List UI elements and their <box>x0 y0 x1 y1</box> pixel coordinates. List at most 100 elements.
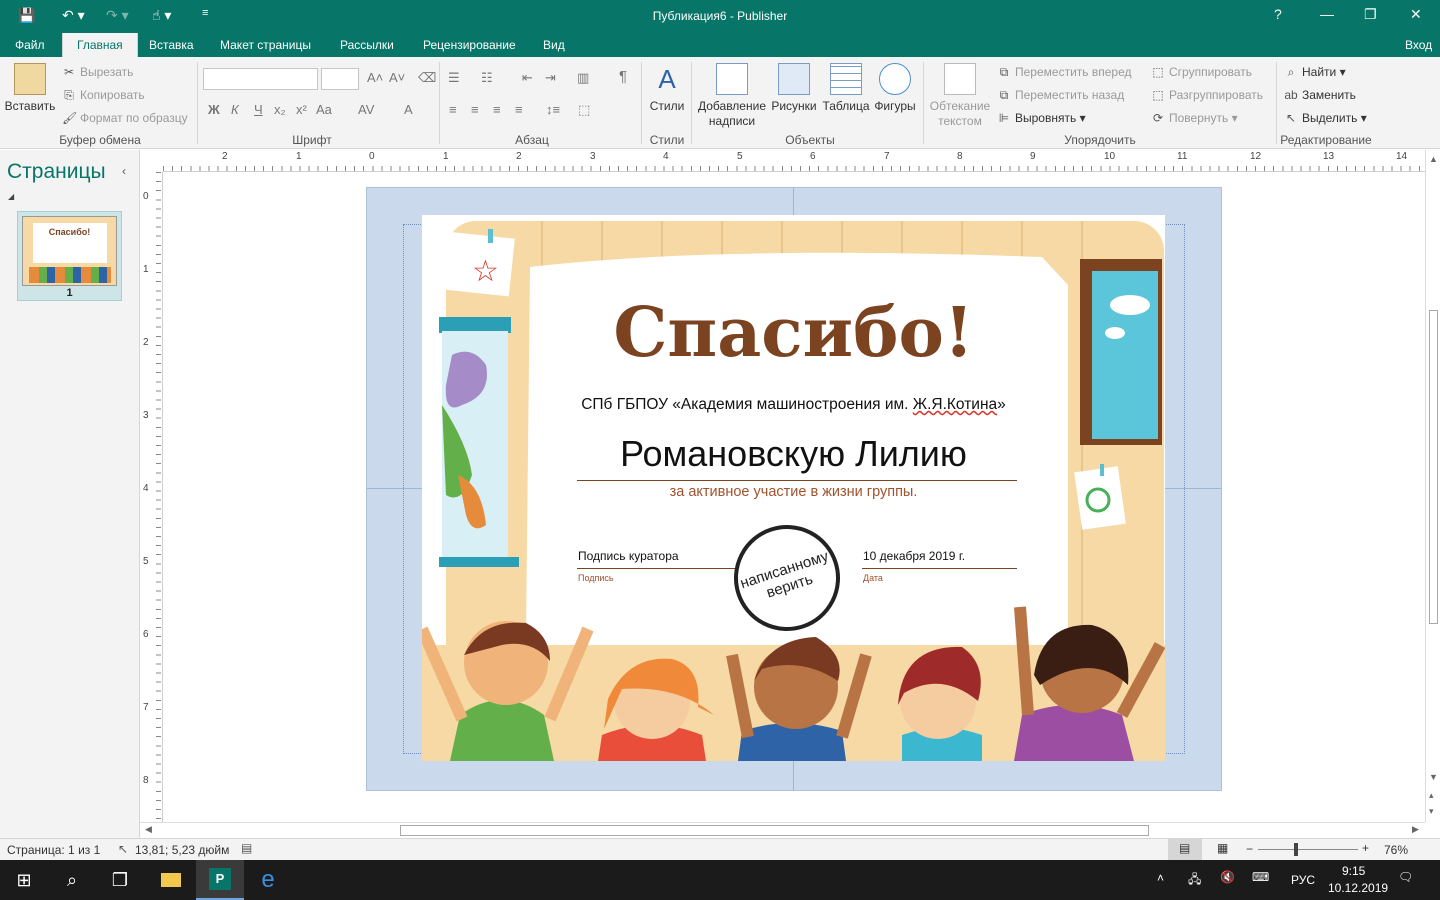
signature-value[interactable]: Подпись куратора <box>578 549 679 563</box>
pictures-button[interactable]: Рисунки <box>770 63 818 114</box>
clock-date[interactable]: 10.12.2019 <box>1328 881 1388 895</box>
tray-expand-icon[interactable]: ˄ <box>1157 871 1164 885</box>
justify-icon[interactable]: ≡ <box>515 102 523 117</box>
start-button[interactable]: ⊞ <box>0 860 48 900</box>
bring-forward-button[interactable]: ⧉ Переместить вперед <box>997 65 1132 80</box>
bold-button[interactable]: Ж <box>208 102 220 117</box>
select-button[interactable]: ↖ Выделить ▾ <box>1284 111 1367 125</box>
certificate-title[interactable]: Спасибо! <box>422 293 1165 373</box>
network-icon[interactable]: 🖧 <box>1188 870 1201 891</box>
horizontal-ruler[interactable]: 2 1 0 1 2 3 4 5 6 7 8 9 10 11 12 13 14 <box>163 150 1425 172</box>
table-button[interactable]: Таблица <box>821 63 871 114</box>
send-backward-button[interactable]: ⧉ Переместить назад <box>997 88 1125 103</box>
single-page-view-button[interactable]: ▤ <box>1168 839 1202 860</box>
publisher-taskbar-button[interactable]: P <box>196 860 244 900</box>
rotate-button[interactable]: ⟳ Повернуть ▾ <box>1151 111 1238 125</box>
font-size-combo[interactable] <box>321 68 359 90</box>
recipient-name[interactable]: Романовскую Лилию <box>422 433 1165 475</box>
publication-page[interactable]: ☆ Спасибо! СПб ГБПОУ «Академия машиностр… <box>422 215 1165 761</box>
scroll-up-icon[interactable]: ▲ <box>1429 154 1438 164</box>
sign-in-link[interactable]: Вход <box>1405 38 1432 52</box>
decrease-indent-icon[interactable]: ⇤ <box>522 70 533 86</box>
align-left-icon[interactable]: ≡ <box>449 102 457 117</box>
grow-font-icon[interactable]: A˄ <box>367 70 383 85</box>
pilcrow-button[interactable]: ¶ <box>619 68 627 85</box>
horizontal-scroll-thumb[interactable] <box>400 825 1149 836</box>
align-right-icon[interactable]: ≡ <box>493 102 501 117</box>
zoom-in-button[interactable]: + <box>1362 841 1369 855</box>
group-button[interactable]: ⬚ Сгруппировать <box>1151 65 1252 79</box>
font-color-button[interactable]: A <box>404 102 413 117</box>
minimize-button[interactable]: — <box>1320 6 1334 22</box>
paste-button[interactable]: Вставить <box>4 63 56 114</box>
font-name-combo[interactable] <box>203 68 318 90</box>
styles-button[interactable]: A Стили <box>646 63 688 114</box>
draw-text-box-button[interactable]: Добавление надписи <box>696 63 768 129</box>
numbering-icon[interactable]: ☷ <box>481 70 493 86</box>
internet-explorer-button[interactable]: e <box>244 860 292 900</box>
increase-indent-icon[interactable]: ⇥ <box>545 70 556 86</box>
task-view-button[interactable]: ❐ <box>96 860 144 900</box>
columns-icon[interactable]: ▥ <box>577 70 589 86</box>
date-value[interactable]: 10 декабря 2019 г. <box>863 549 965 563</box>
format-painter-button[interactable]: 🖌 Формат по образцу <box>62 111 188 125</box>
two-page-view-icon[interactable]: ▦ <box>1217 841 1228 855</box>
tab-file[interactable]: Файл <box>15 38 45 52</box>
shrink-font-icon[interactable]: A˅ <box>389 70 405 85</box>
scroll-right-icon[interactable]: ▶ <box>1412 824 1419 835</box>
char-spacing-button[interactable]: AV <box>358 102 374 117</box>
organization-line[interactable]: СПб ГБПОУ «Академия машиностроения им. Ж… <box>422 396 1165 414</box>
italic-button[interactable]: К <box>231 102 239 117</box>
tab-insert[interactable]: Вставка <box>149 38 194 52</box>
expand-triangle-icon[interactable]: ◢ <box>8 192 14 201</box>
search-button[interactable]: ⌕ <box>48 860 96 900</box>
subscript-button[interactable]: x₂ <box>274 102 286 117</box>
zoom-slider[interactable] <box>1258 849 1358 850</box>
ungroup-button[interactable]: ⬚ Разгруппировать <box>1151 88 1263 102</box>
input-language[interactable]: РУС <box>1291 873 1315 887</box>
scroll-left-icon[interactable]: ◀ <box>145 824 152 835</box>
find-button[interactable]: ⌕ Найти ▾ <box>1284 65 1346 80</box>
clock-time[interactable]: 9:15 <box>1342 864 1365 878</box>
clear-format-icon[interactable]: ⌫ <box>418 70 436 86</box>
underline-button[interactable]: Ч <box>254 102 263 117</box>
superscript-button[interactable]: x² <box>296 102 307 117</box>
page-thumbnail[interactable]: Спасибо! 1 <box>17 211 122 301</box>
reason-text[interactable]: за активное участие в жизни группы. <box>422 484 1165 500</box>
vertical-ruler[interactable]: 0 1 2 3 4 5 6 7 8 <box>140 172 163 822</box>
restore-button[interactable]: ❐ <box>1364 6 1377 23</box>
replace-button[interactable]: ab Заменить <box>1284 88 1356 102</box>
zoom-level[interactable]: 76% <box>1384 843 1408 857</box>
close-button[interactable]: ✕ <box>1410 6 1422 23</box>
shapes-button[interactable]: Фигуры <box>872 63 918 114</box>
line-spacing-icon[interactable]: ↕≡ <box>546 102 560 117</box>
zoom-out-button[interactable]: − <box>1246 842 1253 856</box>
scroll-down-icon[interactable]: ▼ <box>1429 772 1438 782</box>
tab-home[interactable]: Главная <box>62 33 138 58</box>
zoom-slider-thumb[interactable] <box>1294 843 1298 856</box>
help-button[interactable]: ? <box>1274 6 1282 22</box>
page-indicator[interactable]: Страница: 1 из 1 <box>7 843 100 857</box>
tab-review[interactable]: Рецензирование <box>423 38 516 52</box>
vertical-scroll-thumb[interactable] <box>1429 310 1438 624</box>
tab-view[interactable]: Вид <box>543 38 565 52</box>
copy-button[interactable]: ⎘ Копировать <box>62 88 144 103</box>
shading-icon[interactable]: ⬚ <box>578 102 590 118</box>
horizontal-scrollbar[interactable]: ◀ ▶ <box>140 822 1425 838</box>
change-case-button[interactable]: Aa <box>316 102 332 117</box>
vertical-scrollbar[interactable]: ▲ ▼ ▴ ▾ <box>1425 150 1440 822</box>
previous-page-icon[interactable]: ▴ <box>1429 790 1434 801</box>
keyboard-icon[interactable]: ⌨ <box>1252 870 1269 884</box>
tab-mailings[interactable]: Рассылки <box>340 38 394 52</box>
wrap-text-button[interactable]: Обтекание текстом <box>927 63 993 129</box>
cut-button[interactable]: ✂ Вырезать <box>62 65 133 79</box>
file-explorer-button[interactable] <box>147 860 195 900</box>
collapse-pane-icon[interactable]: ‹ <box>122 164 126 178</box>
next-page-icon[interactable]: ▾ <box>1429 806 1434 817</box>
notifications-icon[interactable]: 🗨 <box>1398 870 1413 884</box>
bullets-icon[interactable]: ☰ <box>448 70 460 86</box>
tab-page-design[interactable]: Макет страницы <box>220 38 311 52</box>
align-center-icon[interactable]: ≡ <box>471 102 479 117</box>
volume-muted-icon[interactable]: 🔇 <box>1220 870 1235 884</box>
align-button[interactable]: ⊫ Выровнять ▾ <box>997 111 1086 125</box>
